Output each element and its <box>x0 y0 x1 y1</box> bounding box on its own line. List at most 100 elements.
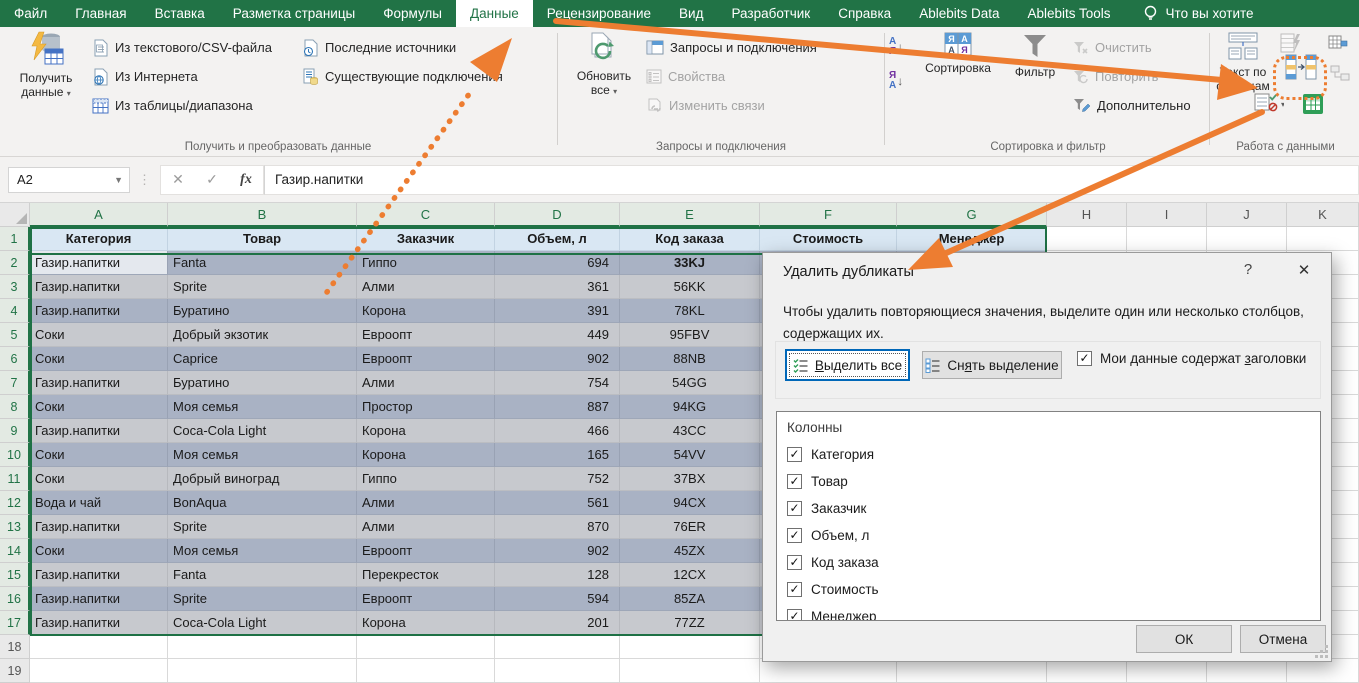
existing-connections-button[interactable]: Существующие подключения <box>302 62 503 91</box>
row-header-9[interactable]: 9 <box>0 419 30 443</box>
cell-C13[interactable]: Алми <box>357 515 495 539</box>
cell-K19[interactable] <box>1287 659 1359 683</box>
cell-C9[interactable]: Корона <box>357 419 495 443</box>
cell-H1[interactable] <box>1047 227 1127 251</box>
cell-E10[interactable]: 54VV <box>620 443 760 467</box>
advanced-filter-button[interactable]: Дополнительно <box>1073 91 1191 120</box>
queries-connections-button[interactable]: Запросы и подключения <box>646 33 817 62</box>
cell-B14[interactable]: Моя семья <box>168 539 357 563</box>
cell-C1[interactable]: Заказчик <box>357 227 495 251</box>
column-option-Код заказа[interactable]: ✓Код заказа <box>787 549 1310 576</box>
cell-A2[interactable]: Газир.напитки <box>30 251 168 275</box>
tab-Ablebits Data[interactable]: Ablebits Data <box>905 0 1013 27</box>
sort-button[interactable]: Я А А Я Сортировка <box>915 31 1001 75</box>
row-header-5[interactable]: 5 <box>0 323 30 347</box>
sort-descending-button[interactable]: ЯА↓ <box>889 71 903 91</box>
cell-B17[interactable]: Coca-Cola Light <box>168 611 357 635</box>
cell-B10[interactable]: Моя семья <box>168 443 357 467</box>
from-web-button[interactable]: Из Интернета <box>92 62 272 91</box>
clear-filter-button[interactable]: Очистить <box>1073 33 1191 62</box>
cell-E6[interactable]: 88NB <box>620 347 760 371</box>
dialog-resize-grip[interactable] <box>1316 646 1328 658</box>
name-box[interactable]: A2 ▼ <box>8 167 130 193</box>
cell-D6[interactable]: 902 <box>495 347 620 371</box>
cell-G19[interactable] <box>897 659 1047 683</box>
cell-B9[interactable]: Coca-Cola Light <box>168 419 357 443</box>
unselect-all-button[interactable]: Снять выделение <box>922 351 1062 379</box>
cell-E18[interactable] <box>620 635 760 659</box>
cell-C3[interactable]: Алми <box>357 275 495 299</box>
cell-B15[interactable]: Fanta <box>168 563 357 587</box>
cell-C19[interactable] <box>357 659 495 683</box>
select-all-button[interactable]: Выделить все <box>785 349 910 381</box>
from-table-range-button[interactable]: Из таблицы/диапазона <box>92 91 272 120</box>
cell-D2[interactable]: 694 <box>495 251 620 275</box>
cell-B3[interactable]: Sprite <box>168 275 357 299</box>
tab-Вид[interactable]: Вид <box>665 0 717 27</box>
column-header-J[interactable]: J <box>1207 203 1287 227</box>
row-header-10[interactable]: 10 <box>0 443 30 467</box>
row-header-13[interactable]: 13 <box>0 515 30 539</box>
cell-A5[interactable]: Соки <box>30 323 168 347</box>
row-header-19[interactable]: 19 <box>0 659 30 683</box>
select-all-corner[interactable] <box>0 203 30 227</box>
tab-Файл[interactable]: Файл <box>0 0 61 27</box>
cell-F19[interactable] <box>760 659 897 683</box>
my-data-has-headers-checkbox[interactable]: ✓ Мои данные содержат заголовки <box>1077 351 1306 366</box>
column-header-D[interactable]: D <box>495 203 620 227</box>
cell-D15[interactable]: 128 <box>495 563 620 587</box>
row-header-8[interactable]: 8 <box>0 395 30 419</box>
cell-D8[interactable]: 887 <box>495 395 620 419</box>
cell-C16[interactable]: Евроопт <box>357 587 495 611</box>
row-header-14[interactable]: 14 <box>0 539 30 563</box>
filter-button[interactable]: Фильтр <box>1005 31 1065 79</box>
tab-Разработчик[interactable]: Разработчик <box>717 0 824 27</box>
cell-B5[interactable]: Добрый экзотик <box>168 323 357 347</box>
cell-D14[interactable]: 902 <box>495 539 620 563</box>
cell-B6[interactable]: Caprice <box>168 347 357 371</box>
relationships-icon[interactable] <box>1330 65 1350 84</box>
cell-E15[interactable]: 12CX <box>620 563 760 587</box>
column-header-E[interactable]: E <box>620 203 760 227</box>
cell-C14[interactable]: Евроопт <box>357 539 495 563</box>
tab-Ablebits Tools[interactable]: Ablebits Tools <box>1013 0 1124 27</box>
cell-C10[interactable]: Корона <box>357 443 495 467</box>
cell-E11[interactable]: 37BX <box>620 467 760 491</box>
cell-C11[interactable]: Гиппо <box>357 467 495 491</box>
cell-B11[interactable]: Добрый виноград <box>168 467 357 491</box>
row-header-6[interactable]: 6 <box>0 347 30 371</box>
cell-E17[interactable]: 77ZZ <box>620 611 760 635</box>
cell-A7[interactable]: Газир.напитки <box>30 371 168 395</box>
remove-duplicates-button[interactable] <box>1284 53 1318 84</box>
cell-B7[interactable]: Буратино <box>168 371 357 395</box>
cell-D13[interactable]: 870 <box>495 515 620 539</box>
column-header-G[interactable]: G <box>897 203 1047 227</box>
cell-D3[interactable]: 361 <box>495 275 620 299</box>
cell-C15[interactable]: Перекресток <box>357 563 495 587</box>
row-header-16[interactable]: 16 <box>0 587 30 611</box>
cell-A9[interactable]: Газир.напитки <box>30 419 168 443</box>
dialog-close-button[interactable]: ✕ <box>1291 261 1317 283</box>
data-validation-button[interactable]: ▾ <box>1254 93 1284 118</box>
cell-B13[interactable]: Sprite <box>168 515 357 539</box>
cell-A6[interactable]: Соки <box>30 347 168 371</box>
cell-I19[interactable] <box>1127 659 1207 683</box>
row-header-11[interactable]: 11 <box>0 467 30 491</box>
tab-Справка[interactable]: Справка <box>824 0 905 27</box>
cell-A1[interactable]: Категория <box>30 227 168 251</box>
cell-E13[interactable]: 76ER <box>620 515 760 539</box>
refresh-all-button[interactable]: Обновить все ▾ <box>572 31 636 98</box>
cell-E7[interactable]: 54GG <box>620 371 760 395</box>
cell-C4[interactable]: Корона <box>357 299 495 323</box>
get-data-button[interactable]: Получить данные ▾ <box>10 31 82 100</box>
cell-A13[interactable]: Газир.напитки <box>30 515 168 539</box>
row-header-2[interactable]: 2 <box>0 251 30 275</box>
cell-D12[interactable]: 561 <box>495 491 620 515</box>
properties-button[interactable]: Свойства <box>646 62 817 91</box>
cell-D9[interactable]: 466 <box>495 419 620 443</box>
column-header-C[interactable]: C <box>357 203 495 227</box>
tab-Рецензирование[interactable]: Рецензирование <box>533 0 665 27</box>
cell-C18[interactable] <box>357 635 495 659</box>
cell-A15[interactable]: Газир.напитки <box>30 563 168 587</box>
row-header-17[interactable]: 17 <box>0 611 30 635</box>
